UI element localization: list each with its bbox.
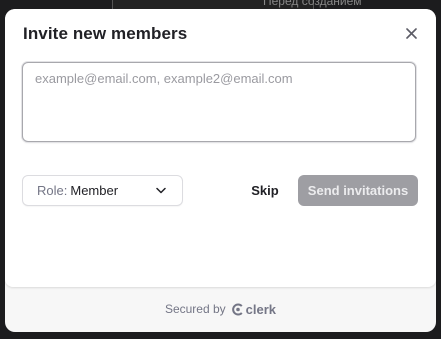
send-invitations-button[interactable]: Send invitations: [298, 175, 418, 206]
dialog-title: Invite new members: [23, 24, 188, 43]
background-text: Перед созданием: [263, 0, 362, 8]
secured-by-footer: Secured by clerk: [5, 299, 436, 319]
role-selected-value: Member: [70, 183, 119, 198]
clerk-brand-label: clerk: [245, 301, 277, 317]
skip-button[interactable]: Skip: [246, 175, 284, 206]
close-button[interactable]: [401, 23, 421, 43]
role-prefix-label: Role:: [37, 183, 68, 198]
role-select[interactable]: Role: Member: [22, 175, 183, 206]
invite-members-dialog: Invite new members Role: Member Skip Sen…: [5, 9, 436, 332]
clerk-brand[interactable]: clerk: [231, 301, 277, 317]
close-icon: [405, 27, 417, 39]
chevron-down-icon: [156, 187, 166, 194]
secured-by-label: Secured by: [164, 302, 226, 316]
dialog-card: Invite new members Role: Member Skip Sen…: [5, 9, 436, 287]
clerk-logo-icon: [231, 303, 243, 315]
email-addresses-input[interactable]: [22, 62, 416, 142]
